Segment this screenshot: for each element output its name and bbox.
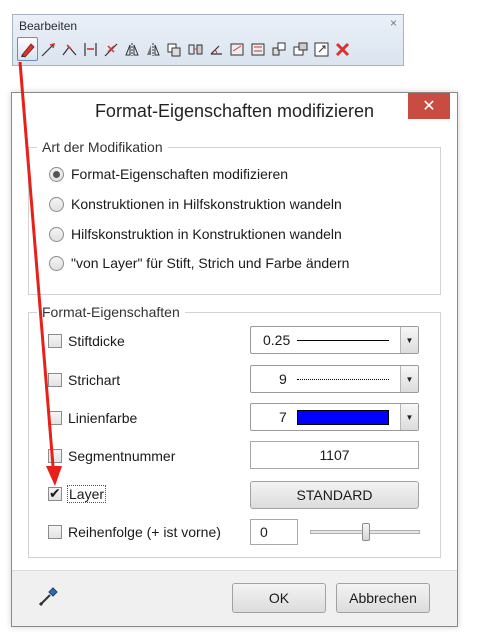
move-button[interactable] — [185, 37, 206, 61]
format-properties-dialog: Format-Eigenschaften modifizieren ✕ Art … — [11, 92, 458, 627]
pen-line-preview — [297, 340, 389, 341]
slider-thumb[interactable] — [362, 523, 370, 541]
delete-icon — [335, 42, 350, 56]
reihenfolge-label: Reihenfolge (+ ist vorne) — [68, 524, 221, 540]
reihenfolge-checkbox[interactable] — [48, 525, 62, 539]
line-delete-segment-icon — [104, 43, 118, 56]
mirror-copy-icon — [147, 42, 160, 56]
mirror-icon — [125, 42, 139, 56]
move-icon — [188, 44, 203, 54]
line-trim-icon — [84, 42, 97, 56]
chevron-down-icon[interactable]: ▼ — [400, 327, 418, 353]
radio-format-modify[interactable]: Format-Eigenschaften modifizieren — [49, 166, 288, 182]
reihenfolge-slider[interactable] — [310, 523, 420, 541]
toolbar-title: Bearbeiten — [19, 19, 78, 33]
mirror-button[interactable] — [122, 37, 143, 61]
line-edit-button[interactable] — [38, 37, 59, 61]
move-elements-icon — [293, 42, 308, 55]
linienfarbe-value: 7 — [279, 409, 287, 425]
radio-from-layer[interactable]: "von Layer" für Stift, Strich und Farbe … — [49, 255, 349, 271]
mirror-copy-button[interactable] — [143, 37, 164, 61]
copy-icon — [167, 43, 181, 56]
modify-length-button[interactable] — [227, 37, 248, 61]
modify-length-icon — [230, 43, 244, 55]
stiftdicke-label: Stiftdicke — [68, 333, 125, 349]
line-edit-icon — [41, 42, 56, 56]
toolbar-button-row — [17, 37, 353, 61]
modification-group-label: Art der Modifikation — [37, 139, 168, 155]
pencil-modify-button[interactable] — [17, 37, 38, 61]
dialog-footer: OK Abbrechen — [12, 570, 457, 626]
copy-button[interactable] — [164, 37, 185, 61]
strichart-checkbox[interactable] — [48, 373, 62, 387]
pencil-modify-icon — [21, 42, 35, 58]
ok-button[interactable]: OK — [232, 583, 326, 613]
radio-button[interactable] — [49, 166, 64, 182]
reihenfolge-field[interactable]: 0 — [250, 519, 298, 545]
radio-label: Format-Eigenschaften modifizieren — [71, 166, 289, 182]
segmentnummer-checkbox-row[interactable]: Segmentnummer — [48, 448, 175, 464]
line-delete-segment-button[interactable] — [101, 37, 122, 61]
layer-standard-button[interactable]: STANDARD — [250, 481, 419, 509]
linienfarbe-checkbox[interactable] — [48, 411, 62, 425]
stretch-icon — [272, 42, 286, 55]
rotate-button[interactable] — [206, 37, 227, 61]
segmentnummer-checkbox[interactable] — [48, 449, 62, 463]
stiftdicke-checkbox-row[interactable]: Stiftdicke — [48, 333, 125, 349]
chevron-down-icon[interactable]: ▼ — [400, 366, 418, 392]
layer-label: Layer — [66, 485, 107, 503]
line-type-preview — [297, 379, 389, 380]
pipette-icon[interactable] — [38, 585, 60, 607]
radio-label: "von Layer" für Stift, Strich und Farbe … — [71, 255, 350, 271]
radio-button[interactable] — [49, 226, 64, 242]
layer-checkbox[interactable] — [48, 485, 62, 502]
line-split-button[interactable] — [59, 37, 80, 61]
cancel-button[interactable]: Abbrechen — [336, 583, 430, 613]
rotate-icon — [210, 45, 222, 55]
stiftdicke-checkbox[interactable] — [48, 334, 62, 348]
radio-helper-to-construction[interactable]: Hilfskonstruktion in Konstruktionen wand… — [49, 226, 342, 242]
chevron-down-icon[interactable]: ▼ — [400, 404, 418, 430]
strichart-value: 9 — [279, 371, 287, 387]
toolbar-close-button[interactable]: × — [390, 16, 397, 30]
linienfarbe-dropdown[interactable]: 7 ▼ — [250, 403, 419, 431]
format-properties-group-label: Format-Eigenschaften — [37, 304, 185, 320]
strichart-dropdown[interactable]: 9 ▼ — [250, 365, 419, 393]
move-elements-button[interactable] — [290, 37, 311, 61]
radio-button[interactable] — [49, 255, 64, 271]
linienfarbe-label: Linienfarbe — [68, 410, 138, 426]
segmentnummer-label: Segmentnummer — [68, 448, 176, 464]
modify-parallel-icon — [251, 43, 265, 55]
segmentnummer-field[interactable]: 1107 — [250, 441, 419, 469]
linienfarbe-checkbox-row[interactable]: Linienfarbe — [48, 410, 137, 426]
stiftdicke-value: 0.25 — [263, 332, 291, 348]
dialog-title: Format-Eigenschaften modifizieren — [94, 101, 375, 121]
toolbar-bearbeiten: Bearbeiten × — [12, 14, 404, 66]
radio-button[interactable] — [49, 196, 64, 212]
stiftdicke-dropdown[interactable]: 0.25 ▼ — [250, 326, 419, 354]
modify-parallel-button[interactable] — [248, 37, 269, 61]
strichart-checkbox-row[interactable]: Strichart — [48, 372, 120, 388]
radio-construction-to-helper[interactable]: Konstruktionen in Hilfskonstruktion wand… — [49, 196, 342, 212]
strichart-label: Strichart — [68, 372, 121, 388]
stretch-button[interactable] — [269, 37, 290, 61]
layer-checkbox-row[interactable]: Layer — [48, 485, 107, 503]
line-split-icon — [62, 43, 77, 55]
line-trim-button[interactable] — [80, 37, 101, 61]
radio-label: Hilfskonstruktion in Konstruktionen wand… — [71, 226, 342, 242]
dialog-close-button[interactable]: ✕ — [408, 93, 450, 119]
color-swatch — [297, 410, 389, 425]
radio-label: Konstruktionen in Hilfskonstruktion wand… — [71, 196, 342, 212]
scale-icon — [314, 42, 329, 56]
delete-button[interactable] — [332, 37, 353, 61]
scale-button[interactable] — [311, 37, 332, 61]
reihenfolge-checkbox-row[interactable]: Reihenfolge (+ ist vorne) — [48, 524, 221, 540]
